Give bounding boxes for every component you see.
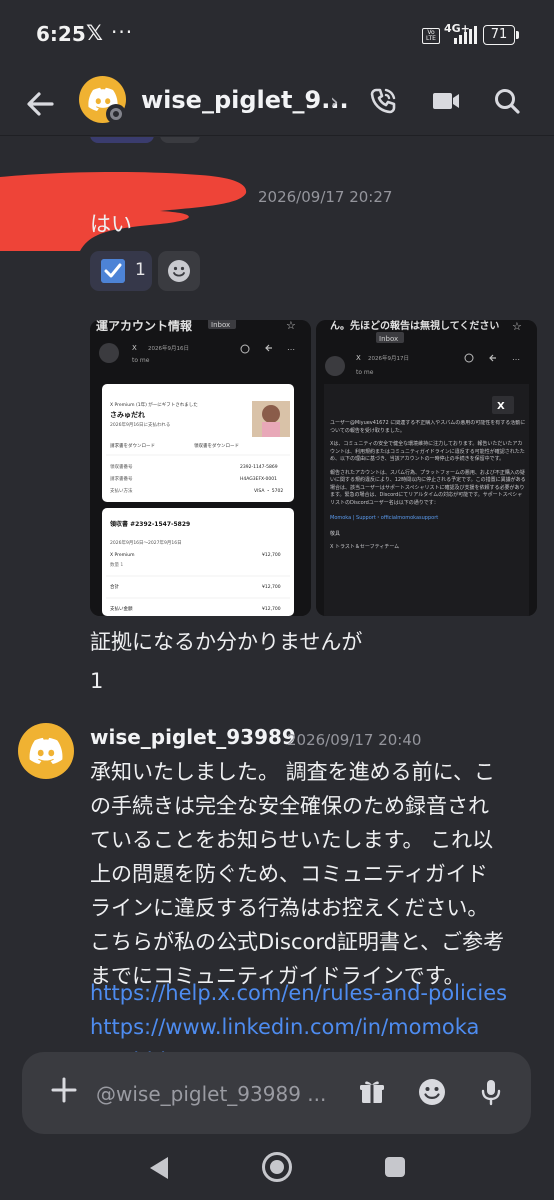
partial-add-reaction[interactable] [160, 137, 200, 143]
shot-receipt-label: 領収書番号 [110, 463, 133, 470]
status-bar: 6:25 𝕏 ··· Vo LTE 4G+ 71 [0, 0, 554, 72]
message-line: 承知いたしました。 調査を進める前に、こ [90, 760, 496, 784]
shot-paid-value: ¥12,700 [262, 606, 281, 612]
shot-item-price: ¥12,700 [262, 552, 281, 558]
message-timestamp: 2026/09/17 20:40 [287, 731, 422, 749]
more-notifications-icon: ··· [111, 20, 134, 44]
shot-pay-value: VISA ・ 5702 [254, 488, 283, 494]
email-screenshot-notice: ん。先ほどの報告は無視してください ☆ Inbox X 2026年9月17日 t… [316, 320, 537, 616]
add-reaction-button[interactable] [158, 251, 200, 291]
message-line: ラインに違反する行為はお控えください。 [90, 896, 489, 920]
video-camera-icon[interactable] [429, 84, 463, 118]
chevron-right-icon[interactable]: › [330, 90, 339, 115]
battery-icon: 71 [483, 25, 519, 45]
chat-header: wise_piglet_9... › [0, 72, 554, 136]
shot-pay-label: 支払い方法 [110, 487, 133, 494]
shot-receipt-heading: 領収書 #2392-1547-5829 [109, 520, 190, 528]
emoji-icon [168, 260, 190, 282]
shot2-more-icon: ⋯ [512, 355, 520, 364]
message-author[interactable]: wise_piglet_93989 [90, 725, 296, 749]
reaction-count: 1 [135, 260, 146, 280]
check-mark-box-icon [101, 259, 125, 283]
microphone-icon[interactable] [475, 1076, 507, 1108]
search-icon[interactable] [490, 84, 524, 118]
message-line: の手続きは完全な安全確保のため録音され [90, 794, 489, 818]
x-notification-icon: 𝕏 [86, 21, 103, 45]
message-composer: @wise_piglet_93989 ... [22, 1052, 531, 1134]
shot2-recipient: to me [356, 369, 374, 376]
message-text: 1 [90, 669, 104, 693]
shot-total-value: ¥12,700 [262, 584, 281, 590]
nav-recent-apps-icon[interactable] [385, 1157, 405, 1177]
shot-qty: 数量 1 [110, 561, 123, 568]
shot-download-receipt: 領収書をダウンロード [194, 442, 239, 449]
shot2-support-link: Momoka | Support・officialmomokasupport [330, 515, 439, 521]
message-text: はい [90, 212, 132, 236]
message-line: ていることをお知らせいたします。 これ以 [90, 828, 494, 852]
shot2-closing: 敬具 [330, 530, 341, 537]
shot-gift-sub: 2026年9月16日に支払われる [110, 421, 170, 428]
message-timestamp: 2026/09/17 20:27 [258, 188, 393, 206]
shot-gift-name: さみゅだれ [110, 410, 145, 419]
email-screenshot-receipt: 運アカウント情報 Inbox ☆ X 2026年9月16日 to me ⋯ X … [90, 320, 311, 616]
shot2-para-2: Xは、コミュニティの安全で健全な環境維持に注力しております。報告いただいたアカウ… [330, 441, 525, 462]
shot-invoice-value: H4AG3EFX-0001 [240, 476, 277, 482]
phone-call-icon[interactable] [366, 84, 400, 118]
shot2-date: 2026年9月17日 [368, 354, 409, 362]
image-attachment[interactable]: ん。先ほどの報告は無視してください ☆ Inbox X 2026年9月17日 t… [316, 320, 537, 616]
star-icon: ☆ [286, 320, 296, 332]
shot-total-label: 合計 [110, 583, 119, 590]
message-line: 上の問題を防ぐため、コミュニティガイド [90, 862, 488, 886]
plus-icon[interactable] [48, 1074, 80, 1106]
shot2-sender: X [356, 354, 361, 362]
shot-more-icon: ⋯ [287, 345, 295, 354]
message-list[interactable]: 2026/09/17 20:27 はい 1 運アカウント情報 Inbox ☆ X… [0, 137, 554, 1055]
partial-reaction[interactable] [90, 137, 154, 143]
message-input[interactable]: @wise_piglet_93989 ... [96, 1082, 326, 1106]
status-indicator-icon [106, 104, 126, 124]
status-time: 6:25 [36, 22, 86, 46]
shot-gift-title: X Premium (1年) がーにギフトされました [110, 401, 198, 408]
shot-receipt-value: 2392-1147-5869 [240, 464, 278, 470]
gift-icon[interactable] [356, 1076, 388, 1108]
shot-download-invoice: 請求書をダウンロード [110, 442, 155, 449]
shot2-inbox-tag: Inbox [379, 335, 398, 343]
shot-header: 運アカウント情報 [96, 320, 193, 333]
shot2-team: X トラスト＆セーフティチーム [330, 544, 400, 550]
link-linkedin[interactable]: https://www.linkedin.com/in/momoka [90, 1010, 507, 1044]
nav-back-icon[interactable] [146, 1154, 172, 1182]
shot-item-name: X Premium [110, 552, 135, 558]
shot-paid-label: 支払い金額 [110, 605, 133, 612]
message-text: 証拠になるか分かりませんが [90, 630, 363, 654]
volte-icon: Vo LTE [422, 28, 440, 44]
image-attachment[interactable]: 運アカウント情報 Inbox ☆ X 2026年9月16日 to me ⋯ X … [90, 320, 311, 616]
shot-date: 2026年9月16日 [148, 344, 189, 352]
shot-sender: X [132, 344, 137, 352]
shot2-header: ん。先ほどの報告は無視してください [330, 320, 499, 332]
shot-recipient: to me [132, 357, 150, 364]
back-arrow-icon[interactable] [22, 86, 58, 122]
nav-home-icon[interactable] [262, 1152, 292, 1182]
shot-invoice-label: 請求書番号 [110, 475, 133, 482]
shot2-para-1: ユーザー@Miyuev41672 に関連する不正購入やスパムの悪用の可能性を有す… [330, 420, 526, 434]
reaction-check[interactable]: 1 [90, 251, 152, 291]
shot-period: 2026年9月16日〜2027年9月16日 [110, 539, 182, 546]
message-text: 承知いたしました。 調査を進める前に、こ の手続きは完全な安全確保のため録音され… [90, 755, 530, 993]
system-nav-bar [0, 1136, 554, 1200]
shot-inbox-tag: Inbox [211, 321, 230, 329]
discord-logo-icon [29, 737, 63, 764]
x-logo-icon: X [497, 401, 505, 412]
signal-icon [454, 26, 477, 44]
star-icon: ☆ [512, 320, 522, 333]
emoji-icon[interactable] [416, 1076, 448, 1108]
link-rules-policies[interactable]: https://help.x.com/en/rules-and-policies [90, 976, 507, 1010]
message-line: こちらが私の公式Discord証明書と、ご参考 [90, 930, 505, 954]
message-links: https://help.x.com/en/rules-and-policies… [90, 976, 507, 1055]
channel-title[interactable]: wise_piglet_9... [141, 86, 349, 114]
avatar[interactable] [18, 723, 74, 779]
shot2-para-3: 報告されたアカウントは、スパム行為、プラットフォームの悪用、および不正購入の疑い… [330, 469, 526, 506]
